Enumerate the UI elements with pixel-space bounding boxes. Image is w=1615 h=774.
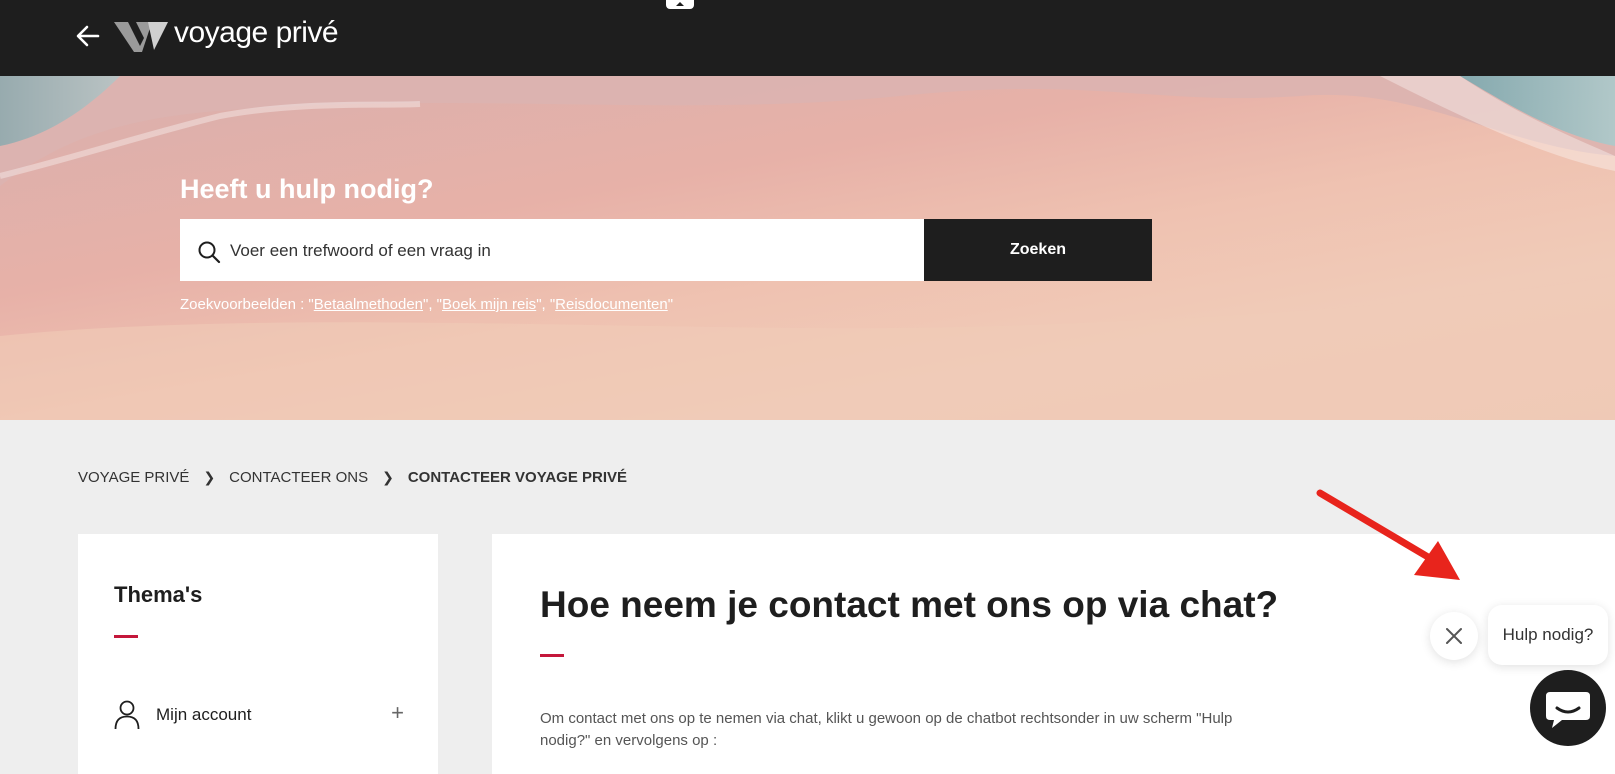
sidebar-item-label: Mijn account bbox=[156, 705, 252, 724]
collapse-tab[interactable] bbox=[666, 0, 694, 9]
search-input[interactable] bbox=[228, 232, 912, 270]
examples-suffix: " bbox=[667, 296, 674, 313]
hero-banner: Heeft u hulp nodig? Zoeken Zoekvoorbeeld… bbox=[0, 76, 1615, 420]
logo-icon[interactable] bbox=[114, 20, 168, 54]
hero-title: Heeft u hulp nodig? bbox=[180, 174, 434, 204]
themes-sidebar: Thema's Mijn account + bbox=[78, 534, 438, 774]
chat-bubble-icon bbox=[1546, 692, 1590, 728]
search-icon bbox=[198, 241, 221, 264]
search-button[interactable]: Zoeken bbox=[924, 219, 1152, 281]
breadcrumb-item-contact[interactable]: CONTACTEER ONS bbox=[229, 469, 368, 486]
chevron-right-icon: ❯ bbox=[203, 469, 216, 485]
top-header: voyage privé bbox=[0, 0, 1615, 76]
examples-separator: ", " bbox=[423, 296, 442, 313]
logo-text[interactable]: voyage privé bbox=[174, 16, 339, 50]
example-link-betaalmethoden[interactable]: Betaalmethoden bbox=[314, 296, 423, 313]
arrow-left-icon[interactable] bbox=[74, 22, 102, 50]
breadcrumb-item-home[interactable]: VOYAGE PRIVÉ bbox=[78, 469, 189, 486]
user-icon bbox=[114, 700, 140, 730]
examples-separator: ", " bbox=[536, 296, 556, 313]
sidebar-title: Thema's bbox=[114, 582, 203, 607]
breadcrumb-item-current: CONTACTEER VOYAGE PRIVÉ bbox=[407, 469, 628, 486]
sidebar-item-mijn-account[interactable]: Mijn account + bbox=[114, 698, 404, 732]
article-title: Hoe neem je contact met ons op via chat? bbox=[540, 584, 1279, 625]
search-examples: Zoekvoorbeelden : "Betaalmethoden", "Boe… bbox=[180, 296, 673, 313]
plus-icon[interactable]: + bbox=[391, 700, 404, 726]
chat-help-bubble[interactable]: Hulp nodig? bbox=[1488, 605, 1608, 665]
chat-close-button[interactable] bbox=[1430, 612, 1478, 660]
examples-prefix: Zoekvoorbeelden : " bbox=[180, 296, 314, 313]
article-intro: Om contact met ons op te nemen via chat,… bbox=[540, 710, 1233, 749]
close-icon bbox=[1446, 628, 1462, 644]
accent-divider bbox=[114, 635, 138, 638]
chevron-right-icon: ❯ bbox=[382, 469, 394, 485]
annotation-arrow-icon bbox=[1316, 489, 1460, 580]
accent-divider bbox=[540, 654, 564, 657]
example-link-reisdocumenten[interactable]: Reisdocumenten bbox=[555, 296, 668, 313]
example-link-boek-mijn-reis[interactable]: Boek mijn reis bbox=[442, 296, 536, 313]
chat-launcher-button[interactable] bbox=[1530, 670, 1606, 746]
breadcrumb: VOYAGE PRIVÉ ❯ CONTACTEER ONS ❯ CONTACTE… bbox=[78, 469, 627, 486]
